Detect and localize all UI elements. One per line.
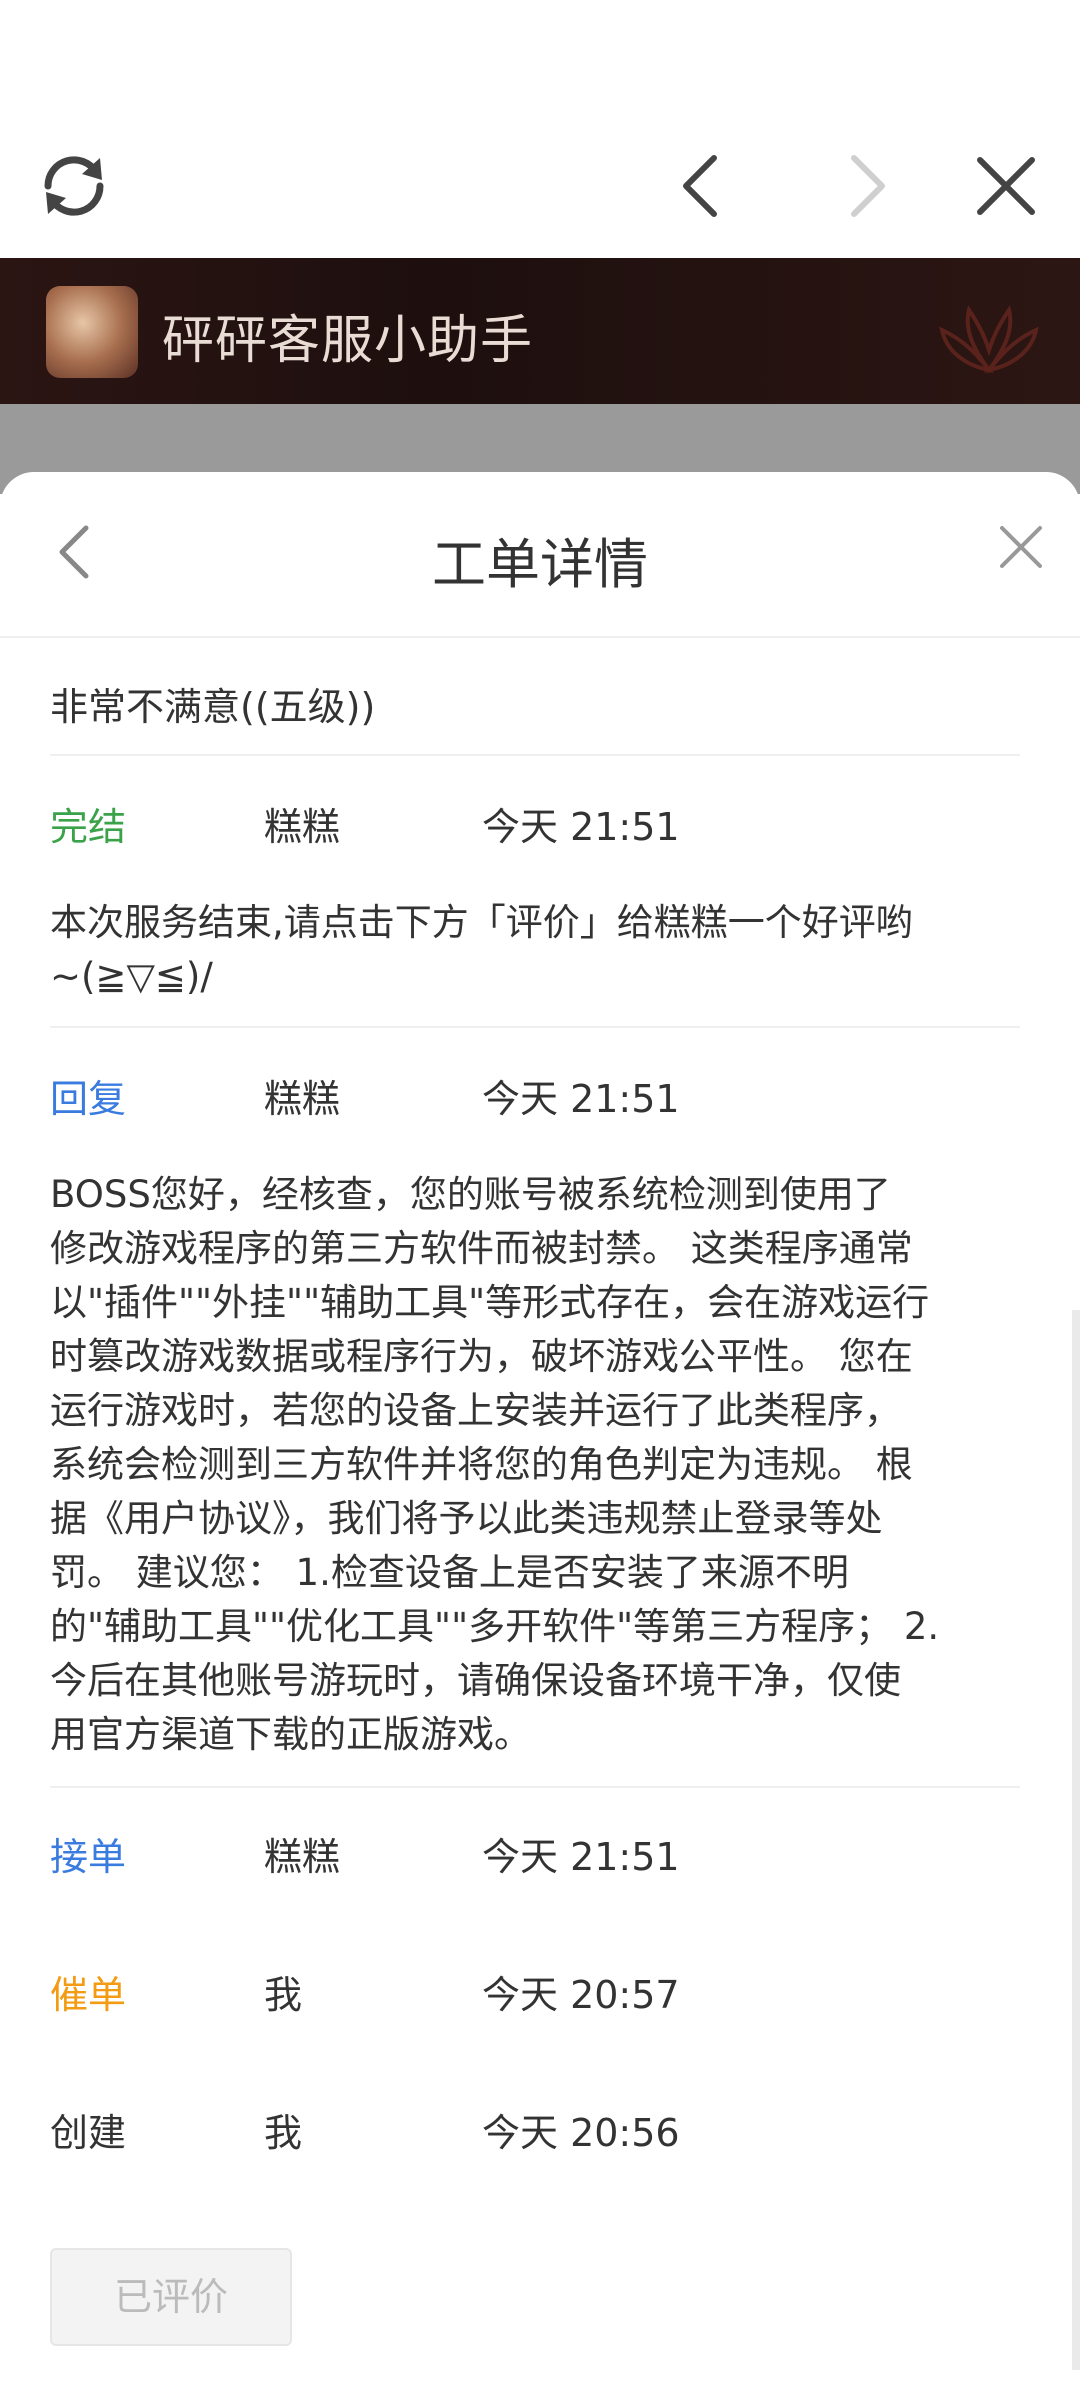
header-title: 砰砰客服小助手 [162,311,534,371]
ticket-detail-sheet: 工单详情 非常不满意((五级)) 完结 糕糕 今天 21:51 本次服务结束,请… [0,472,1080,2400]
close-icon[interactable] [970,150,1042,222]
chat-header: 砰砰客服小助手 [0,258,1080,404]
event-status: 创建 [50,2111,127,2155]
message-line: 运行游戏时，若您的设备上安装并运行了此类程序， [50,1389,901,1432]
event-time: 今天 21:51 [482,805,680,849]
event-person: 我 [264,1973,303,2017]
browser-toolbar [0,0,1080,258]
divider [50,754,1020,756]
message-line: 的"辅助工具""优化工具""多开软件"等第三方程序； 2. [50,1605,940,1648]
event-row-complete: 完结 糕糕 今天 21:51 [50,796,1020,856]
rated-button[interactable]: 已评价 [50,2248,292,2346]
event-status: 回复 [50,1077,127,1121]
event-row-reply: 回复 糕糕 今天 21:51 [50,1068,1020,1128]
event-row-create: 创建 我 今天 20:56 [50,2102,1020,2162]
message-line: 以"插件""外挂""辅助工具"等形式存在，会在游戏运行 [50,1281,930,1324]
scrollbar[interactable] [1072,1310,1080,2370]
message-line: 今后在其他账号游玩时，请确保设备环境干净，仅使 [50,1659,901,1702]
event-status: 催单 [50,1973,127,2017]
event-status: 完结 [50,805,127,849]
event-person: 糕糕 [264,1835,341,1879]
event-person: 糕糕 [264,1077,341,1121]
event-status: 接单 [50,1835,127,1879]
message-line: 罚。 建议您： 1.检查设备上是否安装了来源不明 [50,1551,849,1594]
reply-message: BOSS您好，经核查，您的账号被系统检测到使用了 修改游戏程序的第三方软件而被封… [50,1168,1020,1762]
message-line: 本次服务结束,请点击下方「评价」给糕糕一个好评哟 [50,901,913,944]
avatar [46,286,138,378]
event-person: 我 [264,2111,303,2155]
lotus-logo-icon [939,305,1039,374]
message-line: 据《用户协议》，我们将予以此类违规禁止登录等处 [50,1497,883,1540]
page-title: 工单详情 [432,533,648,596]
rating-text: 非常不满意((五级)) [50,685,376,729]
message-line: 修改游戏程序的第三方软件而被封禁。 这类程序通常 [50,1227,913,1270]
event-time: 今天 20:57 [482,1973,680,2017]
event-time: 今天 20:56 [482,2111,680,2155]
complete-message: 本次服务结束,请点击下方「评价」给糕糕一个好评哟 ~(≧▽≦)/ [50,896,1020,1004]
refresh-icon[interactable] [30,142,118,230]
event-time: 今天 21:51 [482,1077,680,1121]
message-line: 用官方渠道下载的正版游戏。 [50,1713,531,1756]
chevron-left-icon[interactable] [670,150,730,222]
event-row-accept: 接单 糕糕 今天 21:51 [50,1826,1020,1886]
chevron-right-icon[interactable] [838,150,898,222]
message-line: 时篡改游戏数据或程序行为，破坏游戏公平性。 您在 [50,1335,913,1378]
event-row-urge: 催单 我 今天 20:57 [50,1964,1020,2024]
sheet-header: 工单详情 [0,472,1080,638]
message-line: 系统会检测到三方软件并将您的角色判定为违规。 根 [50,1443,913,1486]
message-line: ~(≧▽≦)/ [50,955,213,998]
divider [50,1786,1020,1788]
message-line: BOSS您好，经核查，您的账号被系统检测到使用了 [50,1173,891,1216]
close-icon[interactable] [996,522,1046,572]
divider [50,1026,1020,1028]
event-time: 今天 21:51 [482,1835,680,1879]
event-person: 糕糕 [264,805,341,849]
